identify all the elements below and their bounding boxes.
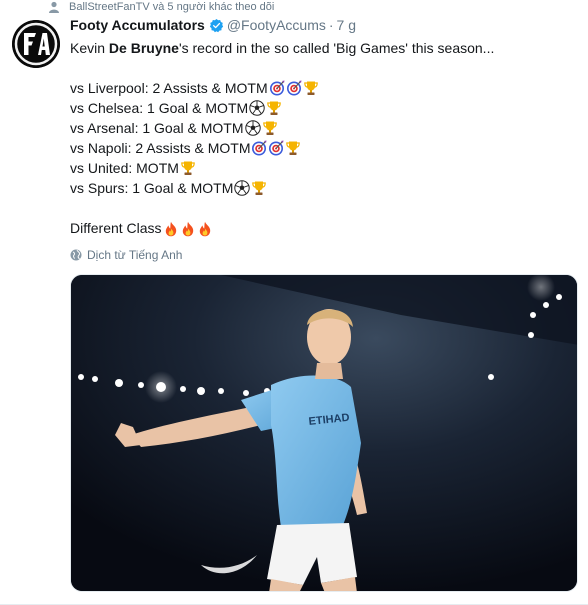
footy-accumulators-logo xyxy=(12,20,60,68)
record-line: vs Liverpool: 2 Assists & MOTM xyxy=(70,78,575,98)
avatar[interactable] xyxy=(12,20,60,68)
record-line: vs Spurs: 1 Goal & MOTM xyxy=(70,178,575,198)
record-line: vs United: MOTM xyxy=(70,158,575,178)
social-context[interactable]: BallStreetFanTV và 5 người khác theo dõi xyxy=(48,0,274,14)
trophy-icon xyxy=(252,181,267,195)
tweet-photo[interactable]: ETIHAD xyxy=(70,274,578,592)
record-line-text: vs United: MOTM xyxy=(70,160,179,176)
social-context-text: BallStreetFanTV và 5 người khác theo dõi xyxy=(69,1,275,13)
fire-icon xyxy=(182,222,193,237)
fire-icon xyxy=(165,222,176,237)
record-line-text: vs Chelsea: 1 Goal & MOTM xyxy=(70,100,249,116)
translate-label: Dịch từ Tiếng Anh xyxy=(87,248,183,262)
soccer-ball-icon xyxy=(244,120,261,136)
closing-emojis xyxy=(162,218,213,238)
record-line: vs Chelsea: 1 Goal & MOTM xyxy=(70,98,575,118)
trophy-icon xyxy=(303,81,318,95)
closing-text: Different Class xyxy=(70,220,162,236)
trophy-icon xyxy=(286,141,301,155)
tweet-text: Kevin De Bruyne's record in the so calle… xyxy=(70,38,575,238)
target-icon xyxy=(286,80,302,96)
target-icon xyxy=(269,140,284,156)
verified-badge-icon xyxy=(209,18,223,32)
globe-icon xyxy=(70,249,82,261)
trophy-icon xyxy=(262,121,277,135)
record-line: vs Napoli: 2 Assists & MOTM xyxy=(70,138,575,158)
translate-link[interactable]: Dịch từ Tiếng Anh xyxy=(70,246,182,264)
record-line-text: vs Arsenal: 1 Goal & MOTM xyxy=(70,120,244,136)
target-icon xyxy=(269,80,285,96)
soccer-ball-icon xyxy=(249,100,265,116)
player-celebration-photo: ETIHAD xyxy=(71,275,577,591)
soccer-ball-icon xyxy=(234,180,251,196)
trophy-icon xyxy=(267,101,281,115)
tweet-timestamp[interactable]: 7 g xyxy=(337,17,356,33)
record-line: vs Arsenal: 1 Goal & MOTM xyxy=(70,118,575,138)
record-line-text: vs Spurs: 1 Goal & MOTM xyxy=(70,180,234,196)
person-icon xyxy=(49,1,59,13)
tweet-intro: Kevin De Bruyne's record in the so calle… xyxy=(70,38,575,58)
record-line-text: vs Napoli: 2 Assists & MOTM xyxy=(70,140,251,156)
record-line-text: vs Liverpool: 2 Assists & MOTM xyxy=(70,80,268,96)
trophy-icon xyxy=(181,161,195,175)
author-handle[interactable]: @FootyAccums xyxy=(227,17,326,33)
intro-suffix: 's record in the so called 'Big Games' t… xyxy=(178,40,495,56)
target-icon xyxy=(252,140,267,156)
intro-name: De Bruyne xyxy=(108,40,179,56)
author-name[interactable]: Footy Accumulators xyxy=(70,17,205,33)
intro-prefix: Kevin xyxy=(70,40,109,56)
fire-icon xyxy=(199,222,210,237)
tweet-card[interactable]: BallStreetFanTV và 5 người khác theo dõi… xyxy=(0,0,588,605)
tweet-header: Footy Accumulators @FootyAccums · 7 g xyxy=(70,15,356,35)
tweet-closing: Different Class xyxy=(70,218,575,238)
separator-dot: · xyxy=(328,17,334,33)
